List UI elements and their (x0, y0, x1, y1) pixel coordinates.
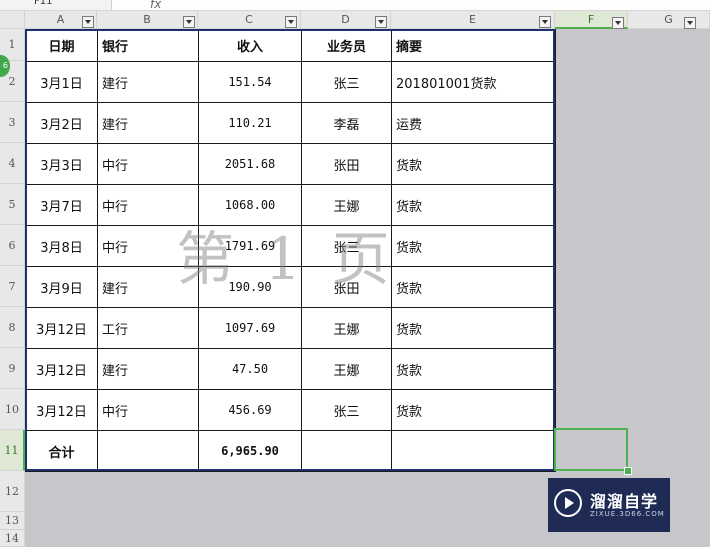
cell-bank[interactable]: 建行 (97, 61, 199, 103)
cell-income[interactable]: 456.69 (198, 389, 302, 431)
filter-dropdown-income[interactable] (285, 16, 297, 28)
logo-subtitle: ZIXUE.3D66.COM (590, 510, 665, 518)
cell-salesperson[interactable]: 张田 (301, 143, 392, 185)
play-icon (554, 489, 582, 517)
total-label[interactable]: 合计 (25, 430, 98, 472)
table-row: 3月12日 工行 1097.69 王娜 货款 (25, 307, 556, 349)
selected-cell-f11[interactable] (554, 428, 628, 471)
header-bank[interactable]: 银行 (97, 29, 199, 62)
table-row: 3月2日 建行 110.21 李磊 运费 (25, 102, 556, 144)
cell-salesperson[interactable]: 张田 (301, 266, 392, 308)
cell-bank[interactable]: 中行 (97, 225, 199, 267)
cell-income[interactable]: 1791.69 (198, 225, 302, 267)
total-row: 合计 6,965.90 (25, 430, 556, 472)
cell-salesperson[interactable]: 王娜 (301, 184, 392, 226)
table-row: 3月1日 建行 151.54 张三 201801001货款 (25, 61, 556, 103)
cell-bank[interactable]: 中行 (97, 184, 199, 226)
cell-bank[interactable]: 工行 (97, 307, 199, 349)
row-header-11[interactable]: 11 (0, 430, 25, 471)
filter-dropdown-date[interactable] (82, 16, 94, 28)
filter-dropdown-summary[interactable] (539, 16, 551, 28)
header-date[interactable]: 日期 (25, 29, 98, 62)
cell-summary[interactable]: 货款 (391, 266, 556, 308)
cell-summary[interactable]: 货款 (391, 389, 556, 431)
row-header-14[interactable]: 14 (0, 530, 25, 547)
cell-income[interactable]: 1068.00 (198, 184, 302, 226)
row-header-9[interactable]: 9 (0, 348, 25, 389)
filter-dropdown-salesperson[interactable] (375, 16, 387, 28)
total-bank[interactable] (97, 430, 199, 472)
cell-summary[interactable]: 货款 (391, 307, 556, 349)
cell-date[interactable]: 3月12日 (25, 389, 98, 431)
header-salesperson[interactable]: 业务员 (301, 29, 392, 62)
fill-handle[interactable] (624, 467, 632, 475)
filter-dropdown-bank[interactable] (183, 16, 195, 28)
cell-income[interactable]: 47.50 (198, 348, 302, 390)
table-row: 3月12日 中行 456.69 张三 货款 (25, 389, 556, 431)
cell-bank[interactable]: 建行 (97, 348, 199, 390)
table-row: 3月9日 建行 190.90 张田 货款 (25, 266, 556, 308)
row-header-8[interactable]: 8 (0, 307, 25, 348)
cell-income[interactable]: 151.54 (198, 61, 302, 103)
site-logo: 溜溜自学 ZIXUE.3D66.COM (548, 478, 670, 532)
cell-date[interactable]: 3月9日 (25, 266, 98, 308)
cell-summary[interactable]: 201801001货款 (391, 61, 556, 103)
cell-salesperson[interactable]: 王娜 (301, 307, 392, 349)
header-row: 日期 银行 收入 业务员 摘要 (25, 29, 556, 62)
logo-title: 溜溜自学 (590, 492, 659, 511)
cell-date[interactable]: 3月8日 (25, 225, 98, 267)
cell-bank[interactable]: 建行 (97, 102, 199, 144)
total-summary[interactable] (391, 430, 556, 472)
row-header-10[interactable]: 10 (0, 389, 25, 430)
cell-summary[interactable]: 货款 (391, 348, 556, 390)
data-table: 日期 银行 收入 业务员 摘要 3月1日 建行 151.54 张三 201801… (25, 29, 556, 472)
row-header-6[interactable]: 6 (0, 225, 25, 266)
cell-bank[interactable]: 中行 (97, 389, 199, 431)
filter-dropdown-g[interactable] (684, 17, 696, 29)
cell-bank[interactable]: 建行 (97, 266, 199, 308)
table-row: 3月12日 建行 47.50 王娜 货款 (25, 348, 556, 390)
total-income[interactable]: 6,965.90 (198, 430, 302, 472)
header-income[interactable]: 收入 (198, 29, 302, 62)
cell-income[interactable]: 1097.69 (198, 307, 302, 349)
cell-summary[interactable]: 货款 (391, 143, 556, 185)
cell-bank[interactable]: 中行 (97, 143, 199, 185)
cell-income[interactable]: 190.90 (198, 266, 302, 308)
cell-date[interactable]: 3月12日 (25, 307, 98, 349)
row-header-3[interactable]: 3 (0, 102, 25, 143)
cell-date[interactable]: 3月12日 (25, 348, 98, 390)
row-header-13[interactable]: 13 (0, 512, 25, 530)
cell-income[interactable]: 2051.68 (198, 143, 302, 185)
cell-summary[interactable]: 货款 (391, 225, 556, 267)
cell-summary[interactable]: 运费 (391, 102, 556, 144)
cell-date[interactable]: 3月1日 (25, 61, 98, 103)
fx-icon[interactable]: fx (150, 0, 161, 10)
cell-salesperson[interactable]: 张三 (301, 61, 392, 103)
cell-date[interactable]: 3月3日 (25, 143, 98, 185)
column-header-g[interactable]: G (628, 11, 710, 29)
table-row: 3月7日 中行 1068.00 王娜 货款 (25, 184, 556, 226)
filter-dropdown-f[interactable] (612, 17, 624, 29)
header-summary[interactable]: 摘要 (391, 29, 556, 62)
cell-income[interactable]: 110.21 (198, 102, 302, 144)
cell-salesperson[interactable]: 李磊 (301, 102, 392, 144)
name-box[interactable]: F11 (0, 0, 112, 10)
row-header-4[interactable]: 4 (0, 143, 25, 184)
select-all-corner[interactable] (0, 11, 25, 29)
cell-salesperson[interactable]: 王娜 (301, 348, 392, 390)
row-header-7[interactable]: 7 (0, 266, 25, 307)
total-salesperson[interactable] (301, 430, 392, 472)
cell-date[interactable]: 3月7日 (25, 184, 98, 226)
formula-bar: F11 fx (0, 0, 710, 11)
row-header-12[interactable]: 12 (0, 471, 25, 512)
row-header-5[interactable]: 5 (0, 184, 25, 225)
cell-summary[interactable]: 货款 (391, 184, 556, 226)
cell-salesperson[interactable]: 张三 (301, 225, 392, 267)
column-header-e[interactable]: E (391, 11, 555, 29)
cell-date[interactable]: 3月2日 (25, 102, 98, 144)
table-row: 3月8日 中行 1791.69 张三 货款 (25, 225, 556, 267)
table-row: 3月3日 中行 2051.68 张田 货款 (25, 143, 556, 185)
cell-salesperson[interactable]: 张三 (301, 389, 392, 431)
